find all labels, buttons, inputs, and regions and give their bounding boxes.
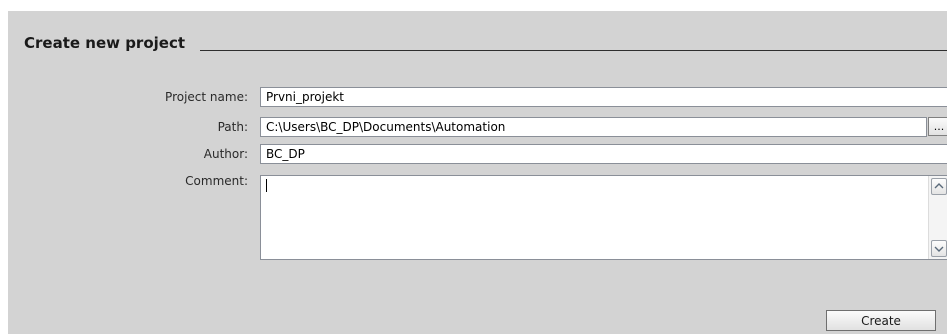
- comment-textarea[interactable]: [260, 175, 947, 260]
- comment-label: Comment:: [185, 174, 248, 188]
- path-label: Path:: [217, 120, 248, 134]
- section-header: Create new project: [24, 33, 947, 55]
- project-name-label: Project name:: [165, 90, 248, 104]
- text-caret: [266, 179, 267, 192]
- create-project-panel: Create new project Project name: Prvni_p…: [8, 11, 947, 334]
- chevron-down-icon[interactable]: [931, 240, 947, 257]
- comment-scrollbar[interactable]: [928, 176, 947, 259]
- section-title: Create new project: [24, 34, 186, 52]
- project-name-input[interactable]: Prvni_projekt: [260, 87, 947, 107]
- section-divider: [200, 50, 947, 51]
- author-label: Author:: [203, 147, 248, 161]
- chevron-up-icon[interactable]: [931, 178, 947, 195]
- author-input[interactable]: BC_DP: [260, 144, 947, 164]
- create-button[interactable]: Create: [826, 310, 936, 331]
- browse-path-button[interactable]: ...: [928, 117, 947, 136]
- path-input[interactable]: C:\Users\BC_DP\Documents\Automation: [260, 117, 927, 137]
